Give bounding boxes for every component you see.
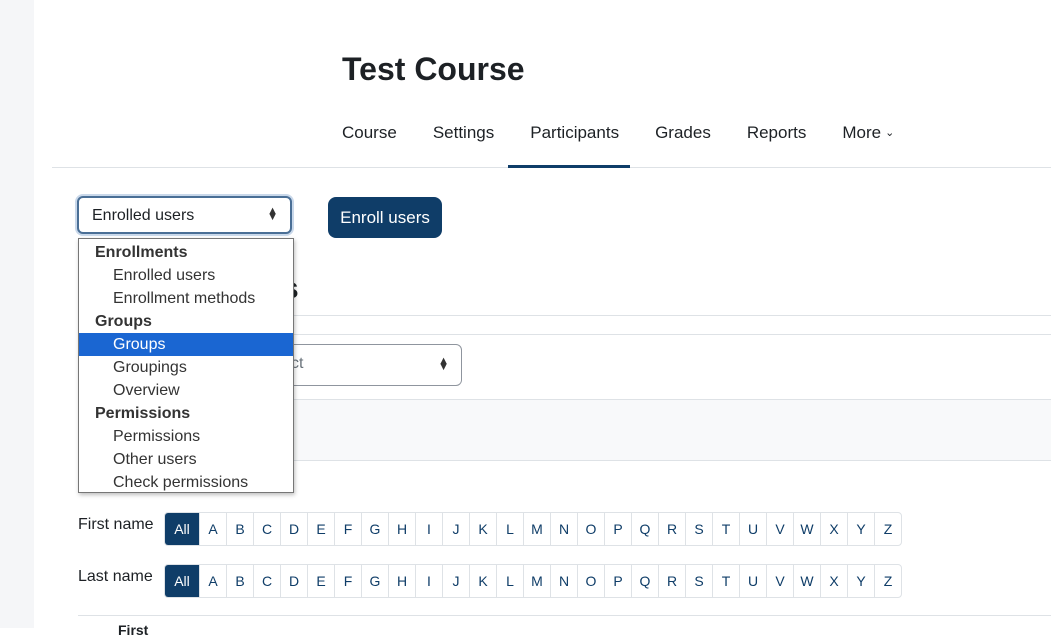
tab-reports[interactable]: Reports: [729, 112, 825, 165]
initial-p[interactable]: P: [604, 513, 631, 545]
optgroup-permissions: Permissions: [95, 405, 191, 422]
initial-s[interactable]: S: [685, 513, 712, 545]
initial-d[interactable]: D: [280, 565, 307, 597]
initial-s[interactable]: S: [685, 565, 712, 597]
option-groups[interactable]: Groups: [79, 333, 293, 356]
divider: [78, 615, 1051, 616]
initial-t[interactable]: T: [712, 565, 739, 597]
initial-y[interactable]: Y: [847, 513, 874, 545]
initial-w[interactable]: W: [793, 565, 820, 597]
last-name-initials: All ABCDEFGHIJKLMNOPQRSTUVWXYZ: [164, 564, 902, 598]
enroll-users-button[interactable]: Enroll users: [328, 197, 442, 238]
tab-participants[interactable]: Participants: [512, 112, 637, 165]
initial-q[interactable]: Q: [631, 513, 658, 545]
option-check-permissions[interactable]: Check permissions: [79, 471, 293, 494]
option-overview[interactable]: Overview: [79, 379, 293, 402]
first-name-initials: All ABCDEFGHIJKLMNOPQRSTUVWXYZ: [164, 512, 902, 546]
first-name-label: First name: [78, 516, 154, 533]
initial-o[interactable]: O: [577, 513, 604, 545]
tab-grades[interactable]: Grades: [637, 112, 729, 165]
initial-m[interactable]: M: [523, 513, 550, 545]
column-header-fragment: First: [118, 622, 149, 638]
initial-k[interactable]: K: [469, 513, 496, 545]
initial-b[interactable]: B: [226, 513, 253, 545]
initial-n[interactable]: N: [550, 565, 577, 597]
initial-r[interactable]: R: [658, 565, 685, 597]
initial-o[interactable]: O: [577, 565, 604, 597]
participants-view-select[interactable]: Enrolled users ▲ ▼: [77, 196, 292, 234]
page-title: Test Course: [342, 51, 525, 87]
initial-b[interactable]: B: [226, 565, 253, 597]
tab-course[interactable]: Course: [324, 112, 415, 165]
option-groupings[interactable]: Groupings: [79, 356, 293, 379]
tab-more-label: More: [842, 123, 882, 142]
optgroup-enrollments: Enrollments: [95, 244, 188, 261]
tab-settings[interactable]: Settings: [415, 112, 512, 165]
sort-arrows-icon: ▲ ▼: [438, 355, 449, 373]
initial-c[interactable]: C: [253, 565, 280, 597]
secondary-nav: Course Settings Participants Grades Repo…: [324, 112, 912, 168]
initial-p[interactable]: P: [604, 565, 631, 597]
initial-k[interactable]: K: [469, 565, 496, 597]
initial-e[interactable]: E: [307, 565, 334, 597]
initial-z[interactable]: Z: [874, 565, 901, 597]
initial-e[interactable]: E: [307, 513, 334, 545]
initial-z[interactable]: Z: [874, 513, 901, 545]
initial-x[interactable]: X: [820, 513, 847, 545]
initial-v[interactable]: V: [766, 513, 793, 545]
initial-q[interactable]: Q: [631, 565, 658, 597]
optgroup-groups: Groups: [95, 313, 152, 330]
initial-h[interactable]: H: [388, 513, 415, 545]
initial-w[interactable]: W: [793, 513, 820, 545]
chevron-down-icon: ⌄: [885, 127, 895, 139]
initial-all[interactable]: All: [165, 513, 199, 545]
sort-arrows-icon: ▲ ▼: [267, 205, 278, 223]
initial-u[interactable]: U: [739, 565, 766, 597]
view-select-dropdown[interactable]: Enrollments Enrolled users Enrollment me…: [78, 238, 294, 493]
option-permissions[interactable]: Permissions: [79, 425, 293, 448]
initial-u[interactable]: U: [739, 513, 766, 545]
first-name-filter: First name All ABCDEFGHIJKLMNOPQRSTUVWXY…: [78, 512, 902, 546]
initial-m[interactable]: M: [523, 565, 550, 597]
initial-x[interactable]: X: [820, 565, 847, 597]
initial-c[interactable]: C: [253, 513, 280, 545]
option-enrolled-users[interactable]: Enrolled users: [79, 264, 293, 287]
initial-all[interactable]: All: [165, 565, 199, 597]
initial-f[interactable]: F: [334, 565, 361, 597]
initial-j[interactable]: J: [442, 565, 469, 597]
divider: [294, 315, 1051, 316]
initial-h[interactable]: H: [388, 565, 415, 597]
tab-more[interactable]: More ⌄: [824, 112, 912, 165]
initial-d[interactable]: D: [280, 513, 307, 545]
initial-a[interactable]: A: [199, 565, 226, 597]
last-name-label: Last name: [78, 568, 153, 585]
initial-j[interactable]: J: [442, 513, 469, 545]
initial-v[interactable]: V: [766, 565, 793, 597]
active-tab-indicator: [508, 165, 630, 168]
initial-n[interactable]: N: [550, 513, 577, 545]
initial-g[interactable]: G: [361, 565, 388, 597]
initial-a[interactable]: A: [199, 513, 226, 545]
option-enrollment-methods[interactable]: Enrollment methods: [79, 287, 293, 310]
initial-y[interactable]: Y: [847, 565, 874, 597]
initial-f[interactable]: F: [334, 513, 361, 545]
initial-g[interactable]: G: [361, 513, 388, 545]
filter-band: [294, 399, 1051, 461]
initial-i[interactable]: I: [415, 565, 442, 597]
option-other-users[interactable]: Other users: [79, 448, 293, 471]
divider: [294, 334, 1051, 335]
last-name-filter: Last name All ABCDEFGHIJKLMNOPQRSTUVWXYZ: [78, 564, 902, 598]
filter-select[interactable]: ct ▲ ▼: [270, 344, 462, 386]
initial-t[interactable]: T: [712, 513, 739, 545]
initial-l[interactable]: L: [496, 565, 523, 597]
initial-l[interactable]: L: [496, 513, 523, 545]
initial-r[interactable]: R: [658, 513, 685, 545]
initial-i[interactable]: I: [415, 513, 442, 545]
left-rail: [0, 0, 34, 628]
selected-value: Enrolled users: [92, 207, 195, 224]
